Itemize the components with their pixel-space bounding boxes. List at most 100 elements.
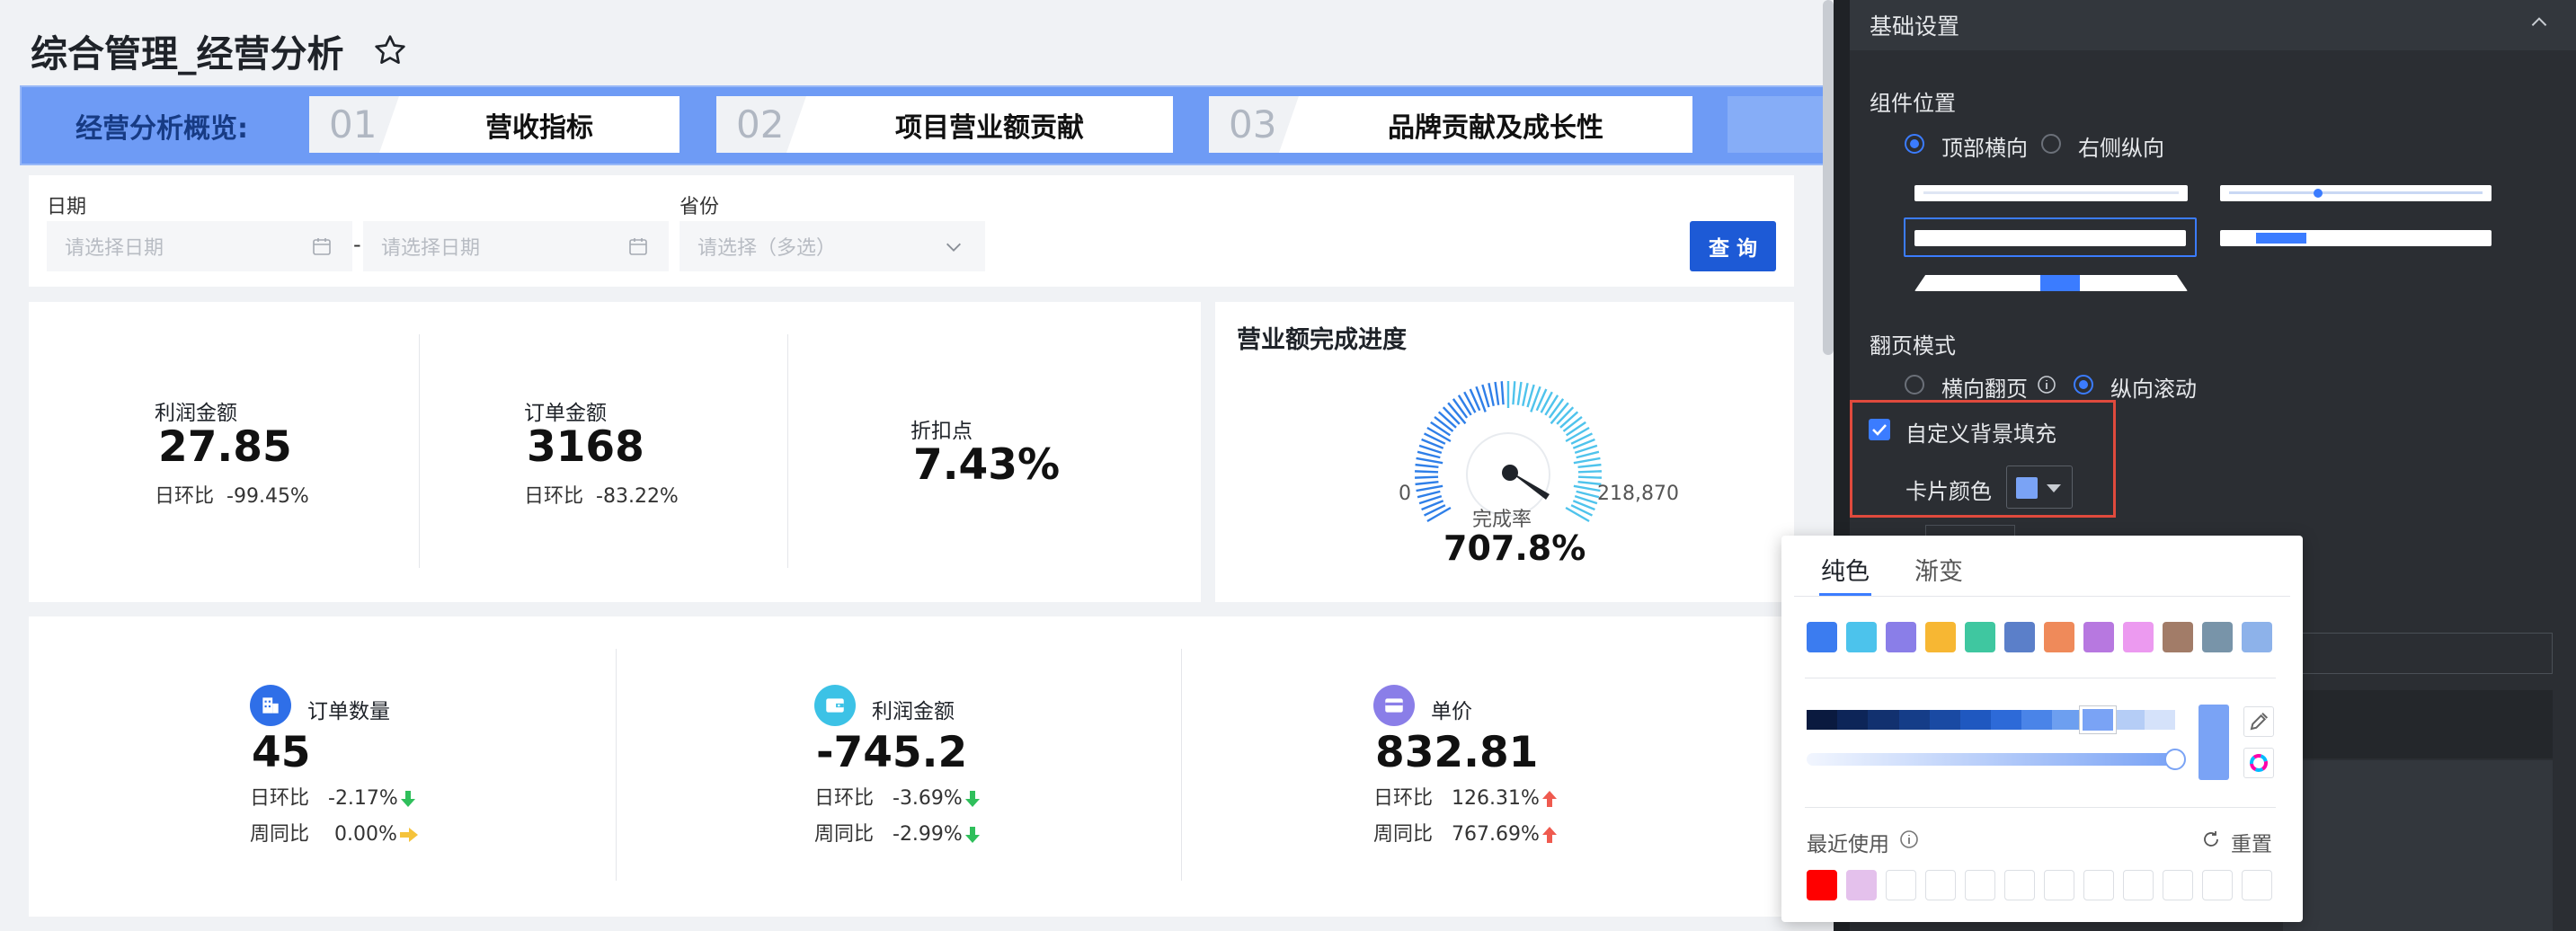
recent-color-empty-slot[interactable]: [2242, 870, 2272, 900]
hidden-input[interactable]: [2283, 633, 2553, 674]
recent-color-swatch[interactable]: [1846, 870, 1877, 900]
recent-color-empty-slot[interactable]: [1886, 870, 1916, 900]
star-icon[interactable]: [372, 32, 408, 68]
radio-label: 横向翻页: [1941, 377, 2028, 402]
gauge-max-label: 218,870: [1597, 483, 1679, 505]
shade-cell[interactable]: [2144, 710, 2176, 730]
kpi-change-week: 周同比 0.00%: [250, 818, 418, 847]
recent-color-empty-slot[interactable]: [2202, 870, 2233, 900]
info-icon: [1898, 829, 1920, 850]
reset-button[interactable]: 重置: [2231, 827, 2272, 857]
shade-cell[interactable]: [1868, 710, 1899, 730]
recent-color-empty-slot[interactable]: [2004, 870, 2035, 900]
gauge-tick: [1417, 450, 1441, 459]
tab-brand-growth[interactable]: 03 品牌贡献及成长性: [1209, 96, 1692, 153]
paging-label: 翻页模式: [1870, 333, 1956, 359]
opacity-slider-handle[interactable]: [2164, 749, 2186, 770]
radio-top-horizontal[interactable]: [1905, 134, 1924, 154]
chevron-up-icon[interactable]: [2527, 11, 2551, 34]
recent-color-empty-slot[interactable]: [2044, 870, 2074, 900]
color-swatch[interactable]: [2242, 622, 2272, 652]
layout-thumbnail[interactable]: [1914, 275, 2188, 291]
radio-right-vertical[interactable]: [2041, 134, 2061, 154]
shade-cell[interactable]: [1837, 710, 1869, 730]
recent-color-empty-slot[interactable]: [1965, 870, 1995, 900]
kpi-label: 利润金额: [872, 700, 955, 723]
shade-selector[interactable]: [2080, 706, 2116, 733]
radio-label: 右侧纵向: [2078, 136, 2164, 161]
end-date-input[interactable]: 请选择日期: [363, 221, 669, 271]
recent-color-empty-slot[interactable]: [2083, 870, 2114, 900]
eyedropper-icon[interactable]: [2243, 706, 2274, 737]
radio-vertical-scroll[interactable]: [2074, 375, 2093, 395]
color-swatch[interactable]: [1965, 622, 1995, 652]
gauge-tick: [1437, 411, 1457, 429]
gauge-tick: [1577, 463, 1602, 469]
layout-thumbnail-selected[interactable]: [1904, 217, 2197, 257]
tab-solid[interactable]: 纯色: [1821, 552, 1870, 587]
shade-cell[interactable]: [1991, 710, 2022, 730]
color-swatch[interactable]: [2044, 622, 2074, 652]
color-swatch[interactable]: [2202, 622, 2233, 652]
kpi-change-value: -99.45%: [227, 485, 309, 508]
reset-icon[interactable]: [2200, 829, 2222, 850]
recent-color-swatch[interactable]: [1807, 870, 1837, 900]
province-placeholder: 请选择（多选）: [697, 237, 837, 260]
tab-gradient[interactable]: 渐变: [1914, 552, 1963, 587]
kpi-change-label: 日环比: [250, 787, 310, 810]
layout-thumbnail[interactable]: [2220, 185, 2492, 201]
shade-cell[interactable]: [1959, 710, 1992, 730]
color-swatch[interactable]: [1886, 622, 1916, 652]
card-color-picker[interactable]: [2006, 466, 2073, 509]
radio-label: 纵向滚动: [2110, 377, 2197, 402]
province-select[interactable]: 请选择（多选）: [680, 221, 985, 271]
kpi-value: 7.43%: [913, 440, 1061, 490]
color-swatch[interactable]: [2163, 622, 2193, 652]
gauge-tick: [1577, 475, 1602, 479]
nav-overview-label: 经营分析概览:: [76, 113, 248, 145]
shade-cell[interactable]: [1807, 710, 1838, 730]
shade-cell[interactable]: [1898, 710, 1930, 730]
layout-thumbnail[interactable]: [2220, 230, 2492, 246]
gauge-tick: [1417, 490, 1441, 499]
selected-color-preview: [2198, 705, 2229, 780]
shade-cell[interactable]: [1929, 710, 1960, 730]
position-label: 组件位置: [1870, 91, 1956, 116]
recent-color-empty-slot[interactable]: [1925, 870, 1956, 900]
start-date-placeholder: 请选择日期: [65, 237, 164, 260]
color-swatch[interactable]: [2083, 622, 2114, 652]
color-swatch[interactable]: [2004, 622, 2035, 652]
kpi-value: 3168: [527, 422, 644, 472]
scrollbar-track[interactable]: [1823, 0, 1834, 355]
opacity-slider[interactable]: [1807, 753, 2175, 766]
thumbnail-active-block: [2040, 275, 2080, 291]
color-swatch[interactable]: [1925, 622, 1956, 652]
gauge-tick: [1522, 383, 1529, 406]
layout-thumbnail[interactable]: [1914, 185, 2188, 201]
card-icon: [1373, 685, 1415, 726]
divider: [616, 649, 617, 881]
kpi-label: 订单金额: [524, 402, 607, 425]
gauge-tick: [1452, 398, 1469, 419]
radio-horizontal-page[interactable]: [1905, 375, 1924, 395]
recent-color-empty-slot[interactable]: [2163, 870, 2193, 900]
shade-strip[interactable]: [1807, 710, 2176, 730]
color-swatch[interactable]: [2123, 622, 2154, 652]
date-label: 日期: [47, 196, 87, 218]
color-wheel-icon[interactable]: [2243, 748, 2274, 778]
start-date-input[interactable]: 请选择日期: [47, 221, 352, 271]
kpi-change-value: 767.69%: [1452, 823, 1540, 846]
color-swatch[interactable]: [1846, 622, 1877, 652]
color-swatch[interactable]: [1807, 622, 1837, 652]
gauge-needle-pivot: [1502, 465, 1518, 481]
query-button[interactable]: 查 询: [1690, 221, 1776, 271]
tab-label: 项目营业额贡献: [895, 111, 1084, 144]
arrow-up-icon: [1541, 826, 1558, 844]
shade-cell[interactable]: [2113, 710, 2145, 730]
tab-revenue[interactable]: 01 营收指标: [309, 96, 680, 153]
custom-bg-checkbox[interactable]: [1869, 419, 1890, 440]
recent-color-empty-slot[interactable]: [2123, 870, 2154, 900]
shade-cell[interactable]: [2021, 710, 2053, 730]
tab-project-contribution[interactable]: 02 项目营业额贡献: [716, 96, 1173, 153]
shade-cell[interactable]: [2052, 710, 2083, 730]
